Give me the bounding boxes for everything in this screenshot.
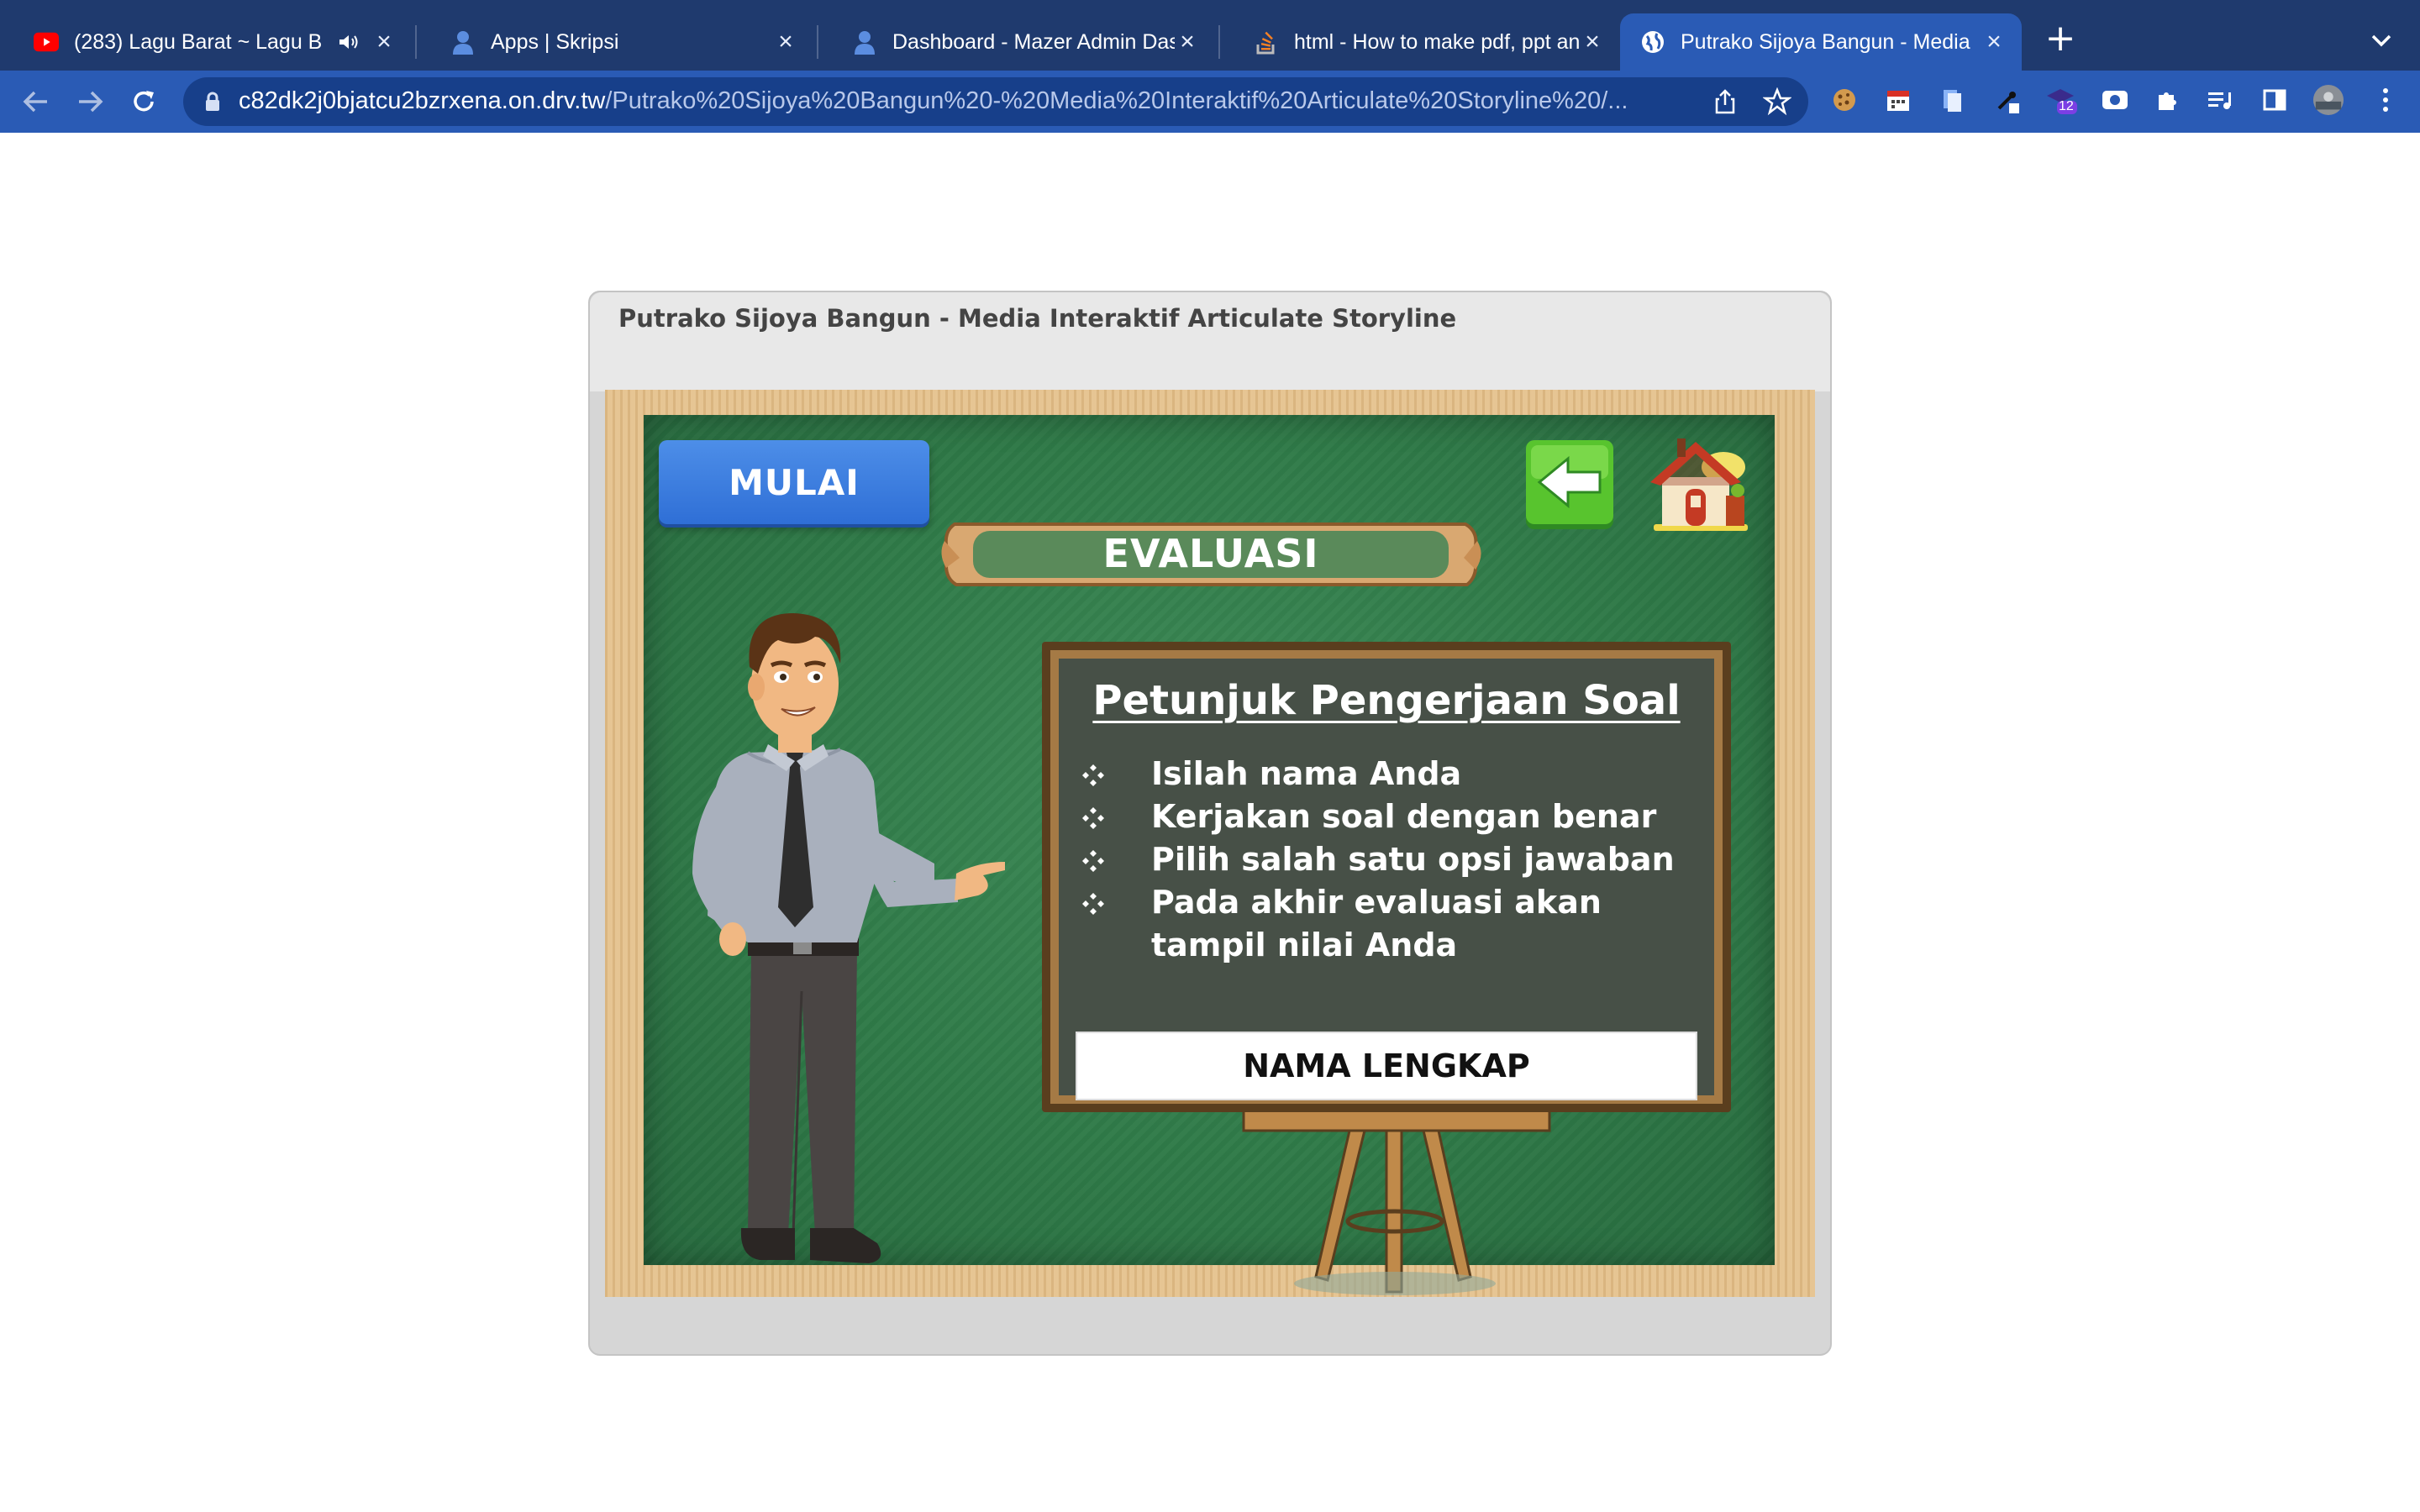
diamond-bullet-icon [1082, 764, 1104, 786]
profile-avatar[interactable] [2312, 84, 2344, 116]
tab-title: Dashboard - Mazer Admin Dash [892, 29, 1175, 54]
instructions-title: Petunjuk Pengerjaan Soal [1092, 677, 1681, 724]
lock-icon[interactable] [202, 91, 224, 113]
profile-icon [450, 29, 476, 55]
media-control-icon[interactable] [2205, 84, 2237, 116]
new-tab-button[interactable]: + [2042, 20, 2079, 59]
graduation-extension-icon[interactable]: 12 [2045, 84, 2077, 116]
full-name-input[interactable]: NAMA LENGKAP [1076, 1032, 1697, 1100]
tab-youtube[interactable]: (283) Lagu Barat ~ Lagu B × [0, 13, 412, 71]
player-title: Putrako Sijoya Bangun - Media Interaktif… [618, 304, 1457, 333]
tab-strip: (283) Lagu Barat ~ Lagu B × Apps | Skrip… [0, 0, 2420, 71]
stackoverflow-icon [1254, 29, 1279, 55]
start-button[interactable]: MULAI [659, 440, 929, 524]
instructions-board: Petunjuk Pengerjaan Soal Isilah nama And… [1042, 642, 1739, 1297]
back-arrow-icon[interactable] [17, 82, 55, 121]
chevron-down-icon[interactable] [2365, 24, 2398, 57]
close-tab-icon[interactable]: × [1580, 28, 1605, 55]
url-text[interactable]: c82dk2j0bjatcu2bzrxena.on.drv.tw/Putrako… [239, 87, 1718, 115]
side-panel-icon[interactable] [2259, 84, 2291, 116]
sign-panel: Petunjuk Pengerjaan Soal Isilah nama And… [1059, 659, 1714, 1100]
profile-icon [852, 29, 877, 55]
bookmark-star-icon[interactable] [1762, 87, 1792, 116]
share-icon[interactable] [1711, 87, 1739, 116]
extension-badge: 12 [2059, 99, 2074, 113]
banner-title: EVALUASI [1102, 531, 1319, 576]
menu-dots-icon[interactable] [2370, 84, 2402, 116]
tab-title: Apps | Skripsi [491, 29, 619, 54]
close-tab-icon[interactable]: × [371, 28, 397, 55]
back-button[interactable] [1524, 440, 1615, 531]
close-tab-icon[interactable]: × [1175, 28, 1200, 55]
screen-capture-extension-icon[interactable] [2099, 84, 2131, 116]
list-item: Pilih salah satu opsi jawaban [1081, 838, 1686, 881]
calendar-extension-icon[interactable] [1882, 84, 1914, 116]
teacher-character [667, 596, 1037, 1277]
diamond-bullet-icon [1082, 807, 1104, 829]
close-tab-icon[interactable]: × [1981, 28, 2007, 55]
close-tab-icon[interactable]: × [773, 28, 798, 55]
list-item: Pada akhir evaluasi akan tampil nilai An… [1081, 881, 1686, 967]
home-icon[interactable] [1644, 433, 1753, 534]
audio-icon[interactable] [336, 29, 361, 55]
tab-title: Putrako Sijoya Bangun - Media [1681, 29, 1970, 54]
puzzle-extensions-icon[interactable] [2151, 84, 2183, 116]
tab-stackoverflow[interactable]: html - How to make pdf, ppt an × [1220, 13, 1620, 71]
tab-title: html - How to make pdf, ppt an [1294, 29, 1580, 54]
sign-frame: Petunjuk Pengerjaan Soal Isilah nama And… [1042, 642, 1731, 1112]
forward-arrow-icon[interactable] [71, 82, 109, 121]
diamond-bullet-icon [1082, 893, 1104, 915]
diamond-bullet-icon [1082, 850, 1104, 872]
tab-putrako-active[interactable]: Putrako Sijoya Bangun - Media × [1620, 13, 2022, 71]
tab-skripsi[interactable]: Apps | Skripsi × [417, 13, 813, 71]
document-extension-icon[interactable] [1936, 84, 1968, 116]
rules-list: Isilah nama Anda Kerjakan soal dengan be… [1081, 753, 1686, 967]
player-header: Putrako Sijoya Bangun - Media Interaktif… [590, 292, 1830, 391]
youtube-icon [34, 29, 59, 55]
list-item: Kerjakan soal dengan benar [1081, 795, 1686, 838]
tab-title: (283) Lagu Barat ~ Lagu B [74, 29, 323, 54]
cookie-extension-icon[interactable] [1828, 84, 1860, 116]
evaluasi-banner: EVALUASI [938, 507, 1484, 600]
reload-icon[interactable] [124, 82, 163, 121]
list-item: Isilah nama Anda [1081, 753, 1686, 795]
eyedropper-extension-icon[interactable] [1991, 84, 2023, 116]
globe-icon [1640, 29, 1665, 55]
tab-dashboard[interactable]: Dashboard - Mazer Admin Dash × [818, 13, 1215, 71]
address-bar[interactable]: c82dk2j0bjatcu2bzrxena.on.drv.tw/Putrako… [183, 77, 1808, 126]
slide-stage: MULAI EVALUASI Petunjuk Pengerjaan Soal … [605, 390, 1815, 1297]
